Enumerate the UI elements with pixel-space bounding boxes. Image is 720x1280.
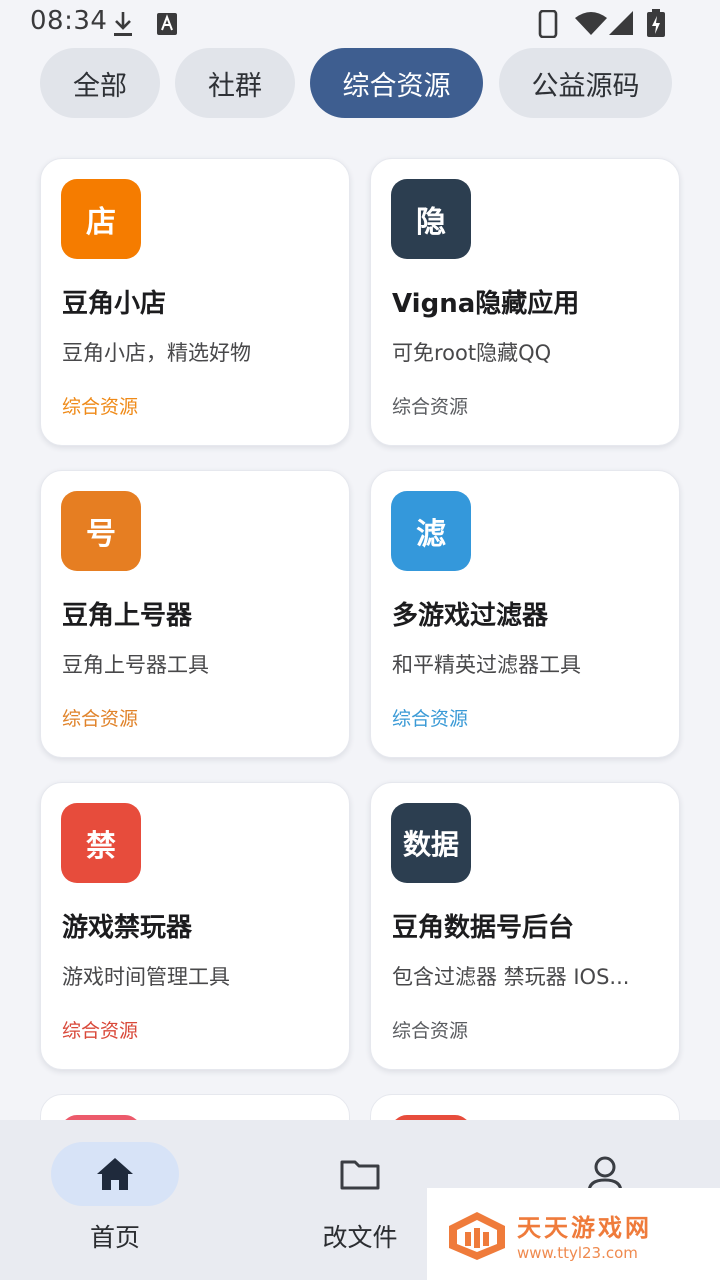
resource-card[interactable]: 号 豆角上号器 豆角上号器工具 综合资源: [40, 470, 350, 758]
card-category-tag: 综合资源: [62, 708, 139, 730]
card-category-tag: 综合资源: [392, 1020, 469, 1042]
cell-signal-icon: [609, 11, 633, 35]
app-icon: 滤: [391, 491, 471, 571]
nav-label: 改文件: [322, 1223, 398, 1252]
card-title: 多游戏过滤器: [392, 601, 549, 631]
folder-icon: [340, 1160, 380, 1190]
card-category-tag: 综合资源: [392, 396, 469, 418]
card-title: 游戏禁玩器: [62, 913, 193, 943]
nav-label: 首页: [89, 1223, 140, 1252]
chip-resources[interactable]: 综合资源: [310, 48, 483, 118]
watermark-text: 天天游戏网: [517, 1214, 652, 1242]
chip-open-source[interactable]: 公益源码: [499, 48, 672, 118]
card-category-tag: 综合资源: [62, 396, 139, 418]
app-icon: 店: [61, 179, 141, 259]
nav-item-home[interactable]: 首页: [35, 1142, 195, 1262]
app-icon: 号: [61, 491, 141, 571]
status-time: 08:34: [30, 6, 108, 36]
watermark-url: www.ttyl23.com: [517, 1244, 638, 1262]
card-category-tag: 综合资源: [62, 1020, 139, 1042]
card-title: 豆角小店: [62, 289, 167, 319]
app-icon: 数据: [391, 803, 471, 883]
resource-card[interactable]: 数据 豆角数据号后台 包含过滤器 禁玩器 IOS... 综合资源: [370, 782, 680, 1070]
card-title: Vigna隐藏应用: [392, 289, 580, 319]
nav-item-files[interactable]: 改文件: [280, 1142, 440, 1262]
resource-card[interactable]: 隐 Vigna隐藏应用 可免root隐藏QQ 综合资源: [370, 158, 680, 446]
app-icon: 禁: [61, 803, 141, 883]
app-screen: 08:34 全部 社群 综合资源 公益源码 店 豆角小店 豆角小店，精选好物 综…: [0, 0, 720, 1280]
wifi-icon: [575, 12, 607, 35]
battery-charging-icon: [647, 9, 665, 37]
watermark-logo-icon: [449, 1212, 505, 1260]
chip-community[interactable]: 社群: [175, 48, 295, 118]
download-icon: [114, 12, 132, 36]
chip-all[interactable]: 全部: [40, 48, 160, 118]
resource-card[interactable]: 滤 多游戏过滤器 和平精英过滤器工具 综合资源: [370, 470, 680, 758]
card-description: 可免root隐藏QQ: [392, 341, 552, 365]
resource-card[interactable]: 禁 游戏禁玩器 游戏时间管理工具 综合资源: [40, 782, 350, 1070]
card-category-tag: 综合资源: [392, 708, 469, 730]
card-description: 豆角上号器工具: [62, 653, 209, 677]
card-description: 豆角小店，精选好物: [62, 341, 251, 365]
text-a-icon: [157, 13, 177, 35]
phone-icon: [538, 10, 558, 38]
card-title: 豆角上号器: [62, 601, 193, 631]
watermark: 天天游戏网 www.ttyl23.com: [427, 1188, 720, 1280]
home-icon: [97, 1158, 133, 1190]
app-icon: 隐: [391, 179, 471, 259]
card-title: 豆角数据号后台: [392, 913, 575, 943]
card-description: 包含过滤器 禁玩器 IOS...: [392, 965, 630, 989]
card-description: 游戏时间管理工具: [62, 965, 230, 989]
card-description: 和平精英过滤器工具: [392, 653, 581, 677]
resource-card[interactable]: 店 豆角小店 豆角小店，精选好物 综合资源: [40, 158, 350, 446]
status-bar: 08:34: [0, 0, 720, 48]
